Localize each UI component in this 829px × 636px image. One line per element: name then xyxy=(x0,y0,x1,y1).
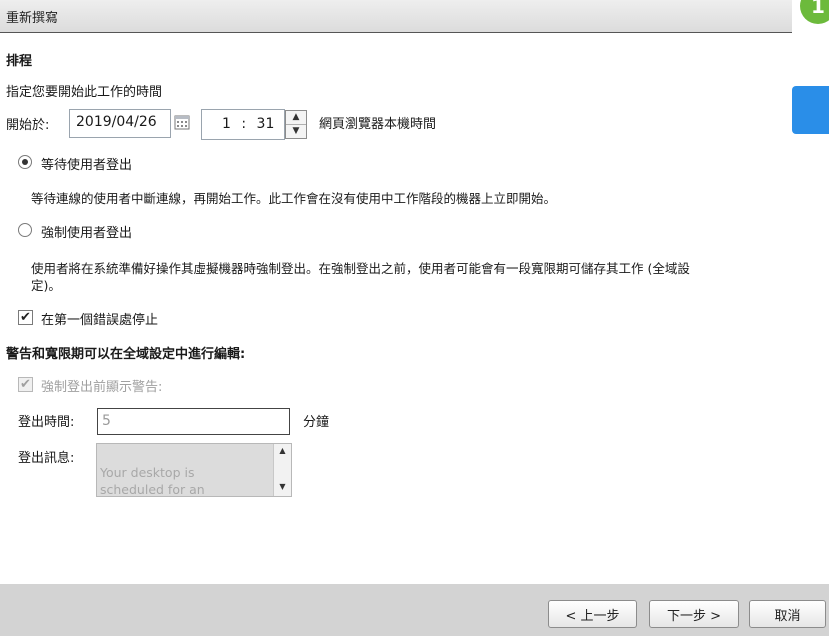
time-separator: : xyxy=(241,116,247,132)
force-logout-label[interactable]: 強制使用者登出 xyxy=(41,222,132,241)
minutes-unit: 分鐘 xyxy=(303,415,330,430)
time-spinner[interactable]: ▲ ▼ xyxy=(285,110,307,139)
scroll-down-icon: ▼ xyxy=(279,482,286,491)
cancel-button[interactable]: 取消 xyxy=(749,600,826,628)
wait-logout-description: 等待連線的使用者中斷連線，再開始工作。此工作會在沒有使用中工作階段的機器上立即開… xyxy=(31,191,557,206)
start-date-input[interactable]: 2019/04/26 xyxy=(69,109,171,138)
spin-down-icon[interactable]: ▼ xyxy=(286,125,306,138)
side-accent-tab[interactable] xyxy=(792,86,829,134)
schedule-instruction: 指定您要開始此工作的時間 xyxy=(6,85,163,100)
time-minute: 31 xyxy=(256,116,275,132)
start-time-input[interactable]: 1 : 31 xyxy=(201,109,285,140)
logout-message-label: 登出訊息: xyxy=(18,451,75,466)
show-warning-checkbox: ✔ xyxy=(18,377,33,392)
logout-message-textarea: Your desktop is scheduled for an xyxy=(96,443,292,497)
logout-time-input: 5 xyxy=(97,408,290,435)
calendar-icon[interactable] xyxy=(174,114,190,130)
logout-message-value: Your desktop is scheduled for an xyxy=(100,465,205,497)
stop-on-error-checkbox[interactable]: ✔ xyxy=(18,310,33,325)
next-button[interactable]: 下一步 > xyxy=(649,600,739,628)
prev-button[interactable]: < 上一步 xyxy=(548,600,637,628)
show-warning-label: 強制登出前顯示警告: xyxy=(41,380,163,395)
start-date-value: 2019/04/26 xyxy=(76,114,157,130)
start-at-label: 開始於: xyxy=(6,118,50,133)
spin-up-icon[interactable]: ▲ xyxy=(286,111,306,125)
timezone-note: 網頁瀏覽器本機時間 xyxy=(319,117,437,132)
scroll-up-icon: ▲ xyxy=(279,446,286,455)
dialog-footer: < 上一步 下一步 > 取消 xyxy=(0,584,829,636)
logout-time-value: 5 xyxy=(102,413,111,429)
dialog-title: 重新撰寫 xyxy=(6,11,59,26)
logout-time-label: 登出時間: xyxy=(18,415,75,430)
warning-heading: 警告和寬限期可以在全域設定中進行編輯: xyxy=(6,347,246,362)
force-logout-radio[interactable] xyxy=(18,223,32,237)
wait-logout-label[interactable]: 等待使用者登出 xyxy=(41,154,132,173)
force-logout-description-line1: 使用者將在系統準備好操作其虛擬機器時強制登出。在強制登出之前，使用者可能會有一段… xyxy=(31,261,690,276)
force-logout-description-line2: 定)。 xyxy=(31,278,61,293)
message-scrollbar: ▲ ▼ xyxy=(273,444,291,496)
time-hour: 1 xyxy=(222,116,231,132)
wait-logout-radio[interactable] xyxy=(18,155,32,169)
schedule-heading: 排程 xyxy=(6,54,33,69)
step-badge-label: 1 xyxy=(811,0,825,18)
stop-on-error-label[interactable]: 在第一個錯誤處停止 xyxy=(41,309,158,328)
dialog-titlebar: 重新撰寫 xyxy=(0,0,829,33)
